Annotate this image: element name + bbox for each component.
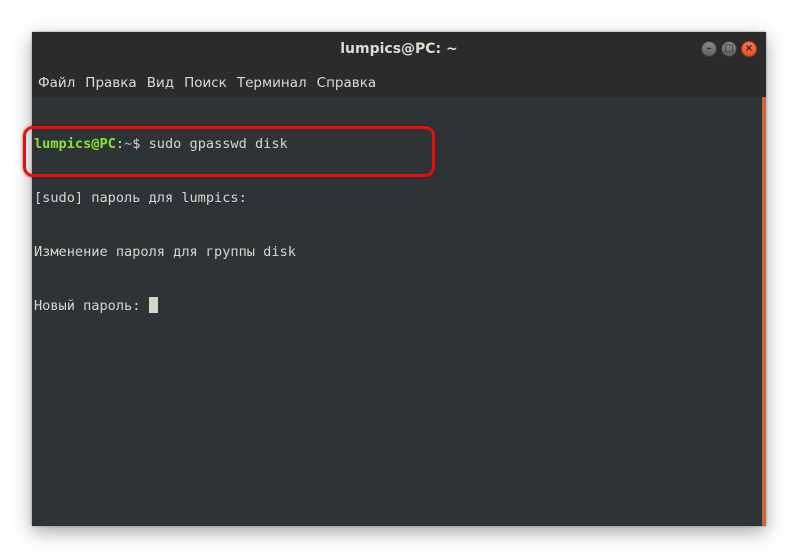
close-button[interactable]: × [741,41,757,57]
window-controls: – □ × [701,41,757,57]
menu-bar: Файл Правка Вид Поиск Терминал Справка [32,69,766,97]
password-prompt-line: Новый пароль: [34,297,296,315]
menu-search[interactable]: Поиск [184,72,233,94]
minimize-button[interactable]: – [701,41,717,57]
menu-file[interactable]: Файл [38,72,81,94]
scrollbar[interactable] [762,97,766,526]
menu-edit[interactable]: Правка [85,72,142,94]
password-prompt-text: Новый пароль: [34,298,149,314]
maximize-button[interactable]: □ [721,41,737,57]
menu-help[interactable]: Справка [317,72,382,94]
title-bar[interactable]: lumpics@PC: ~ – □ × [32,32,766,69]
menu-terminal[interactable]: Терминал [237,72,313,94]
terminal-window: lumpics@PC: ~ – □ × Файл Правка Вид Поис… [32,32,766,526]
output-line: [sudo] пароль для lumpics: [34,190,247,206]
window-title: lumpics@PC: ~ [340,41,458,57]
output-line: Изменение пароля для группы disk [34,244,296,260]
red-highlight-annotation [23,126,435,177]
text-cursor [148,297,158,313]
menu-view[interactable]: Вид [147,72,180,94]
